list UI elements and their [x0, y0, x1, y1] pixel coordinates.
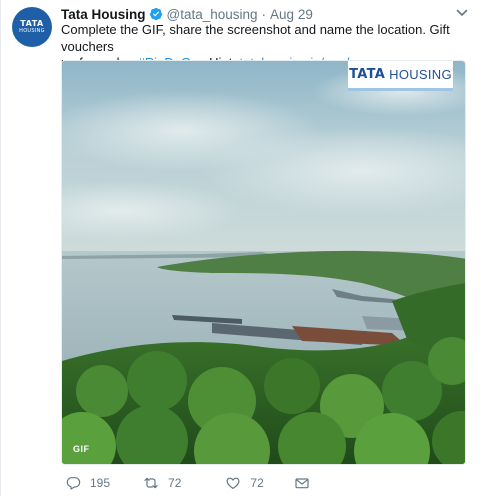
- brand-logo-underline: [348, 88, 453, 91]
- tweet-header: Tata Housing @tata_housing · Aug 29: [61, 5, 313, 23]
- like-button[interactable]: 72: [225, 475, 264, 491]
- tweet-date[interactable]: Aug 29: [270, 7, 313, 22]
- author-name[interactable]: Tata Housing: [61, 7, 146, 22]
- avatar-logo-line1: TATA: [20, 19, 44, 28]
- tweet-actions: 195 72 72: [61, 473, 310, 493]
- tweet-text-line1: Complete the GIF, share the screenshot a…: [61, 22, 450, 54]
- chevron-down-icon[interactable]: [455, 6, 469, 20]
- header-separator: ·: [261, 6, 267, 22]
- heart-icon: [226, 477, 240, 489]
- reply-button[interactable]: 195: [65, 475, 110, 491]
- reply-count: 195: [90, 476, 111, 490]
- author-handle[interactable]: @tata_housing: [167, 7, 258, 22]
- direct-message-button[interactable]: [294, 475, 310, 491]
- brand-logo: TATA HOUSING: [348, 61, 453, 91]
- retweet-count: 72: [168, 476, 182, 490]
- retweet-button[interactable]: 72: [143, 475, 181, 491]
- avatar[interactable]: TATA HOUSING: [12, 7, 52, 47]
- gif-badge: GIF: [73, 444, 90, 454]
- landscape-image: [62, 61, 465, 464]
- retweet-icon: [144, 477, 158, 489]
- tweet-card[interactable]: TATA HOUSING Tata Housing @tata_housing …: [0, 0, 490, 496]
- tweet-media-gif[interactable]: TATA HOUSING GIF: [61, 60, 466, 465]
- like-count: 72: [250, 476, 264, 490]
- reply-icon: [66, 477, 81, 490]
- verified-badge-icon: [149, 7, 162, 21]
- envelope-icon: [295, 478, 309, 489]
- avatar-logo-line2: HOUSING: [19, 28, 45, 34]
- brand-logo-text: HOUSING: [389, 67, 452, 82]
- brand-logo-bold: TATA: [349, 67, 386, 82]
